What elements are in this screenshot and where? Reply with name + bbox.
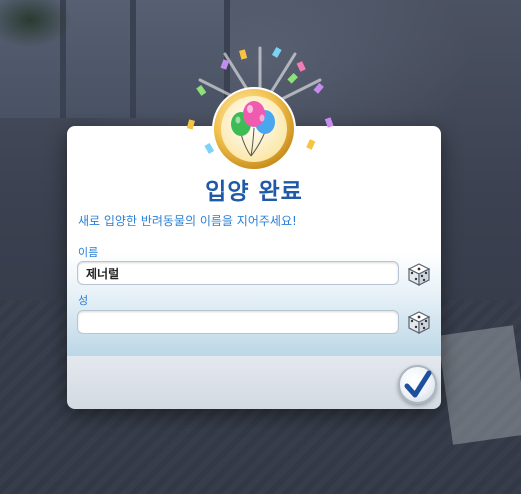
randomize-last-name-dice-icon[interactable] xyxy=(405,308,433,336)
first-name-label: 이름 xyxy=(78,246,99,259)
checkmark-icon xyxy=(404,370,432,398)
background-plant xyxy=(0,0,90,70)
first-name-input[interactable] xyxy=(77,261,399,285)
last-name-label: 성 xyxy=(78,294,89,307)
last-name-input[interactable] xyxy=(77,310,399,334)
dialog-subtitle: 새로 입양한 반려동물의 이름을 지어주세요! xyxy=(78,214,297,228)
balloons-icon xyxy=(211,86,297,172)
background-object xyxy=(437,325,521,445)
randomize-first-name-dice-icon[interactable] xyxy=(405,260,433,288)
dialog-footer xyxy=(67,356,441,409)
confirm-button[interactable] xyxy=(398,365,437,404)
